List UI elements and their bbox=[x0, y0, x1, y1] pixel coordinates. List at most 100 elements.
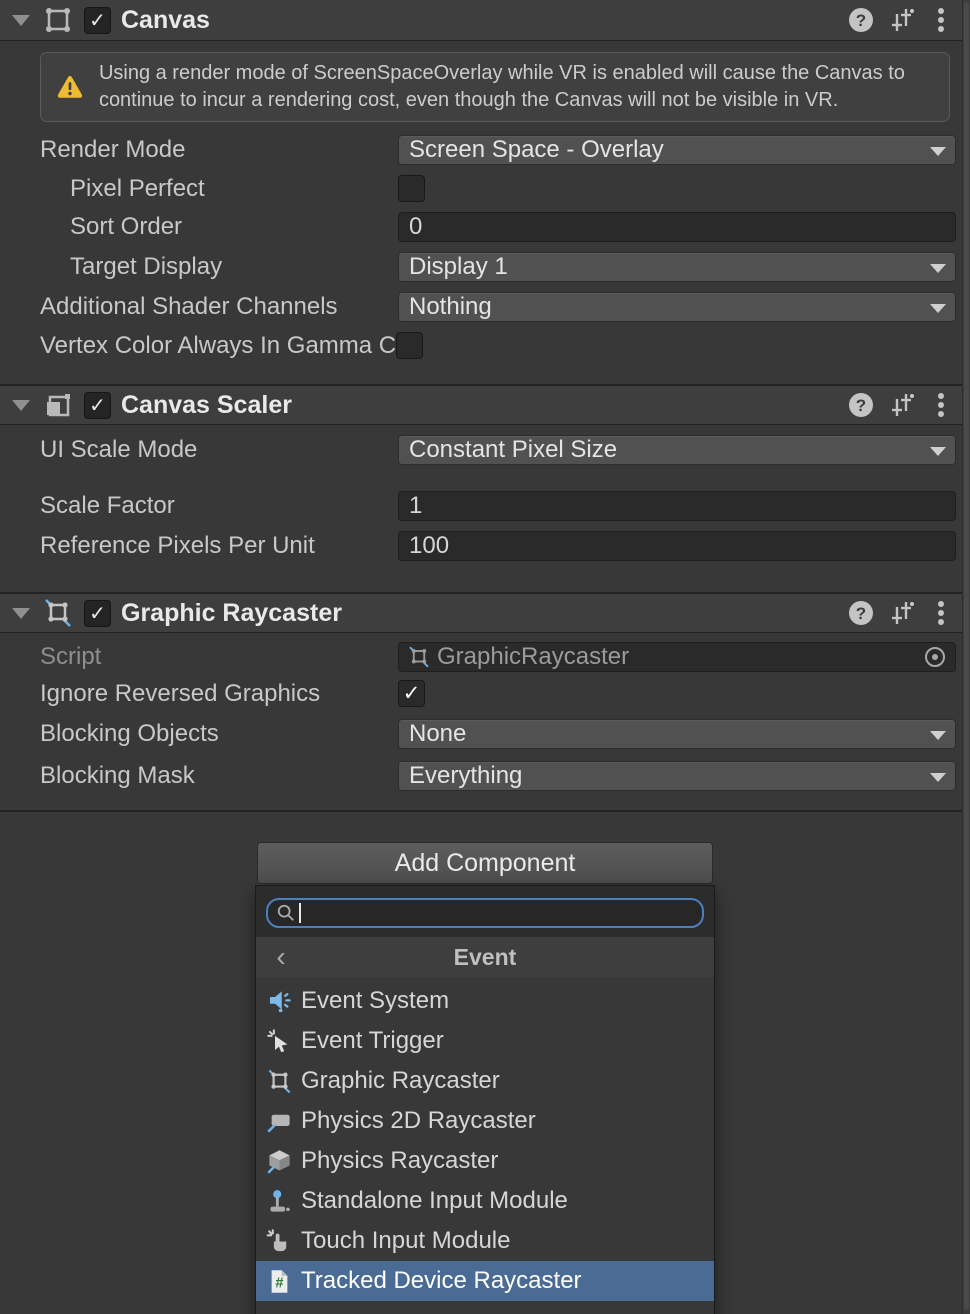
menu-item-standalone-input-module[interactable]: Standalone Input Module bbox=[256, 1181, 714, 1221]
presets-icon[interactable] bbox=[886, 390, 916, 420]
ui-scale-mode-label: UI Scale Mode bbox=[40, 436, 398, 464]
scale-factor-label: Scale Factor bbox=[40, 492, 398, 520]
add-component-search-area bbox=[256, 886, 714, 937]
vertex-color-gamma-checkbox[interactable] bbox=[396, 332, 423, 359]
script-object-field[interactable]: GraphicRaycaster bbox=[398, 642, 956, 672]
graphic-raycaster-icon bbox=[407, 645, 431, 669]
canvas-scaler-enabled-checkbox[interactable] bbox=[84, 392, 111, 419]
svg-text:?: ? bbox=[856, 604, 866, 623]
help-icon[interactable]: ? bbox=[846, 598, 876, 628]
blocking-objects-label: Blocking Objects bbox=[40, 720, 398, 748]
reference-pixels-per-unit-field[interactable]: 100 bbox=[398, 531, 956, 561]
graphic-raycaster-component: Graphic Raycaster ? Script bbox=[0, 592, 970, 810]
kebab-menu-icon[interactable] bbox=[926, 5, 956, 35]
blocking-mask-dropdown[interactable]: Everything bbox=[398, 761, 956, 791]
ignore-reversed-graphics-checkbox[interactable] bbox=[398, 680, 425, 707]
foldout-arrow-icon[interactable] bbox=[12, 608, 30, 619]
graphic-raycaster-icon bbox=[42, 597, 74, 629]
warning-triangle-icon bbox=[57, 65, 83, 109]
menu-category-title: Event bbox=[454, 944, 517, 971]
canvas-component-header: Canvas ? bbox=[0, 0, 970, 41]
menu-item-label: Physics Raycaster bbox=[301, 1147, 498, 1175]
kebab-menu-icon[interactable] bbox=[926, 390, 956, 420]
menu-item-label: Event System bbox=[301, 987, 449, 1015]
menu-item-label: Standalone Input Module bbox=[301, 1187, 568, 1215]
menu-item-event-system[interactable]: Event System bbox=[256, 981, 714, 1021]
section-divider bbox=[0, 810, 970, 812]
vertex-color-gamma-label: Vertex Color Always In Gamma C bbox=[40, 332, 396, 360]
event-trigger-icon bbox=[264, 1026, 294, 1056]
add-component-menu: ‹ Event Event System bbox=[255, 885, 715, 1314]
sort-order-label: Sort Order bbox=[40, 213, 398, 241]
sort-order-field[interactable]: 0 bbox=[398, 212, 956, 242]
menu-item-tracked-device-raycaster[interactable]: # Tracked Device Raycaster bbox=[256, 1261, 714, 1301]
chevron-down-icon bbox=[930, 264, 946, 273]
menu-item-touch-input-module[interactable]: Touch Input Module bbox=[256, 1221, 714, 1261]
scrollbar-thumb[interactable] bbox=[964, 2, 969, 1310]
render-mode-dropdown[interactable]: Screen Space - Overlay bbox=[398, 135, 956, 165]
canvas-scaler-header: Canvas Scaler ? bbox=[0, 384, 970, 425]
vr-warning-box: Using a render mode of ScreenSpaceOverla… bbox=[40, 52, 950, 122]
canvas-scaler-component: Canvas Scaler ? UI Scale Mode Constant P… bbox=[0, 384, 970, 592]
touch-input-module-icon bbox=[264, 1226, 294, 1256]
kebab-menu-icon[interactable] bbox=[926, 598, 956, 628]
svg-text:?: ? bbox=[856, 11, 866, 30]
additional-shader-channels-dropdown[interactable]: Nothing bbox=[398, 292, 956, 322]
vertical-scrollbar[interactable] bbox=[962, 0, 970, 1314]
additional-shader-channels-label: Additional Shader Channels bbox=[40, 293, 398, 321]
menu-item-label: Event Trigger bbox=[301, 1027, 444, 1055]
graphic-raycaster-header: Graphic Raycaster ? bbox=[0, 592, 970, 633]
script-icon: # bbox=[264, 1266, 294, 1296]
menu-category-header: ‹ Event bbox=[256, 937, 714, 977]
menu-item-label: Physics 2D Raycaster bbox=[301, 1107, 536, 1135]
help-icon[interactable]: ? bbox=[846, 5, 876, 35]
menu-item-label: Touch Input Module bbox=[301, 1227, 510, 1255]
menu-item-event-trigger[interactable]: Event Trigger bbox=[256, 1021, 714, 1061]
chevron-down-icon bbox=[930, 147, 946, 156]
canvas-component-title: Canvas bbox=[121, 6, 210, 35]
object-picker-icon[interactable] bbox=[923, 645, 947, 669]
add-component-button[interactable]: Add Component bbox=[257, 842, 713, 884]
menu-item-label: Graphic Raycaster bbox=[301, 1067, 500, 1095]
physics-2d-raycaster-icon bbox=[264, 1106, 294, 1136]
canvas-component: Canvas ? Using a render mode of ScreenSp… bbox=[0, 0, 970, 384]
svg-text:?: ? bbox=[856, 396, 866, 415]
target-display-label: Target Display bbox=[40, 253, 398, 281]
render-mode-label: Render Mode bbox=[40, 136, 398, 164]
canvas-icon bbox=[42, 4, 74, 36]
reference-pixels-per-unit-label: Reference Pixels Per Unit bbox=[40, 532, 398, 560]
chevron-down-icon bbox=[930, 447, 946, 456]
svg-text:#: # bbox=[275, 1275, 283, 1291]
foldout-arrow-icon[interactable] bbox=[12, 400, 30, 411]
help-icon[interactable]: ? bbox=[846, 390, 876, 420]
event-system-icon bbox=[264, 986, 294, 1016]
graphic-raycaster-icon bbox=[264, 1066, 294, 1096]
pixel-perfect-label: Pixel Perfect bbox=[40, 175, 398, 203]
foldout-arrow-icon[interactable] bbox=[12, 15, 30, 26]
chevron-down-icon bbox=[930, 304, 946, 313]
menu-item-physics-2d-raycaster[interactable]: Physics 2D Raycaster bbox=[256, 1101, 714, 1141]
script-label: Script bbox=[40, 643, 398, 671]
target-display-dropdown[interactable]: Display 1 bbox=[398, 252, 956, 282]
search-icon bbox=[276, 903, 296, 923]
scale-factor-field[interactable]: 1 bbox=[398, 491, 956, 521]
back-chevron-icon[interactable]: ‹ bbox=[266, 937, 296, 977]
canvas-scaler-icon bbox=[42, 389, 74, 421]
blocking-objects-dropdown[interactable]: None bbox=[398, 719, 956, 749]
component-search-field[interactable] bbox=[266, 898, 704, 928]
blocking-mask-label: Blocking Mask bbox=[40, 762, 398, 790]
physics-raycaster-icon bbox=[264, 1146, 294, 1176]
menu-item-label: Tracked Device Raycaster bbox=[301, 1267, 582, 1295]
graphic-raycaster-enabled-checkbox[interactable] bbox=[84, 600, 111, 627]
ignore-reversed-graphics-label: Ignore Reversed Graphics bbox=[40, 680, 398, 708]
pixel-perfect-checkbox[interactable] bbox=[398, 175, 425, 202]
ui-scale-mode-dropdown[interactable]: Constant Pixel Size bbox=[398, 435, 956, 465]
search-input[interactable] bbox=[304, 900, 694, 926]
chevron-down-icon bbox=[930, 773, 946, 782]
menu-item-graphic-raycaster[interactable]: Graphic Raycaster bbox=[256, 1061, 714, 1101]
canvas-enabled-checkbox[interactable] bbox=[84, 7, 111, 34]
presets-icon[interactable] bbox=[886, 5, 916, 35]
menu-item-physics-raycaster[interactable]: Physics Raycaster bbox=[256, 1141, 714, 1181]
chevron-down-icon bbox=[930, 731, 946, 740]
presets-icon[interactable] bbox=[886, 598, 916, 628]
